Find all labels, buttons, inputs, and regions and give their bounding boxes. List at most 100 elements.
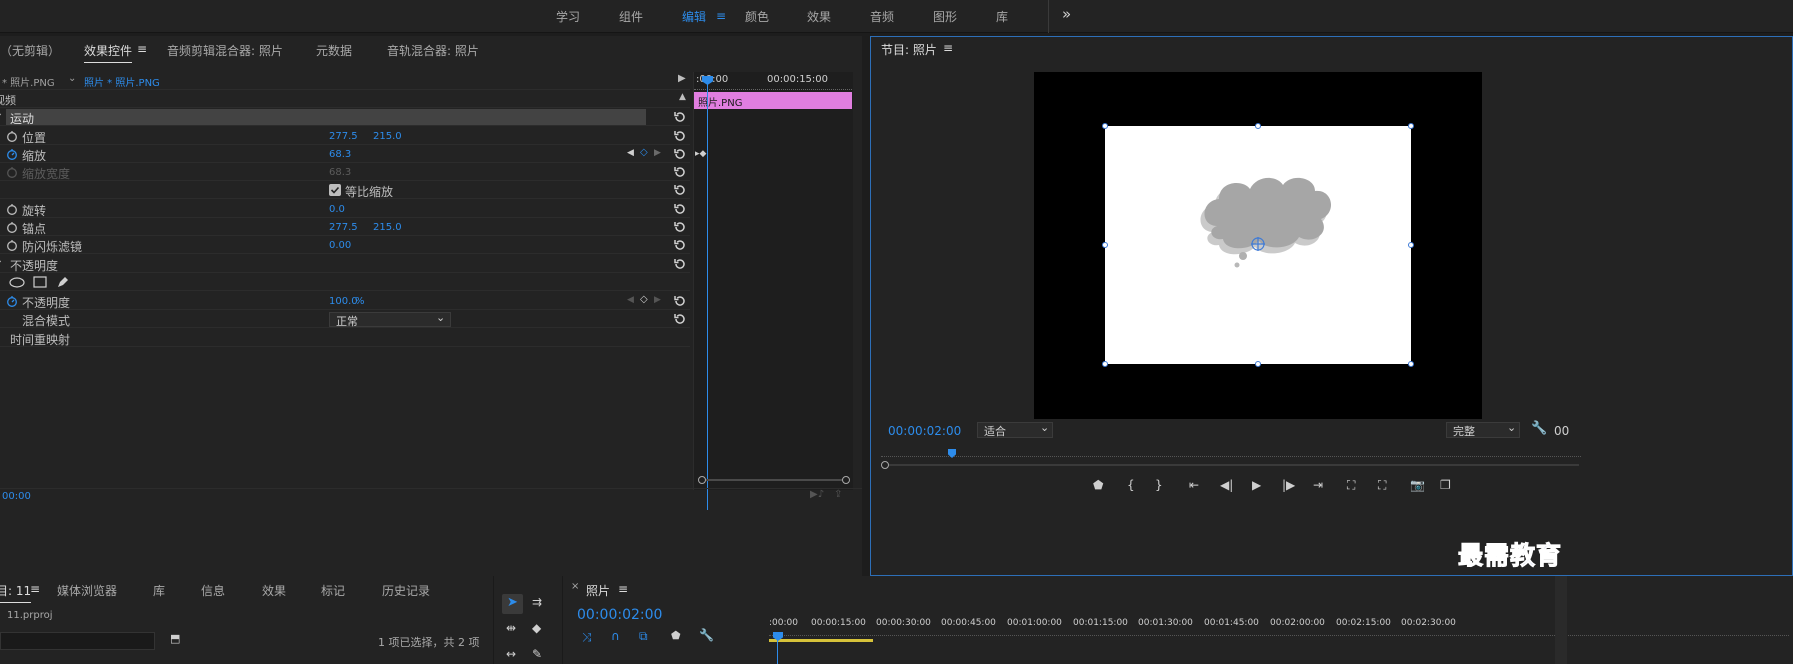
reset-icon[interactable] [673, 257, 687, 271]
workspace-effects[interactable]: 效果 [807, 8, 831, 25]
workspace-assembly[interactable]: 组件 [619, 8, 643, 25]
pen-mask-icon[interactable] [56, 275, 70, 289]
export-frame-icon[interactable]: 📷 [1410, 478, 1425, 492]
image-frame[interactable] [1102, 123, 1414, 367]
export-icon[interactable]: ⇪ [834, 489, 842, 500]
tab-project[interactable]: 项目: 11 [0, 582, 32, 603]
handle-top-right[interactable] [1408, 123, 1414, 129]
workspace-learn[interactable]: 学习 [556, 8, 580, 25]
panel-menu-icon[interactable]: ≡ [30, 582, 40, 596]
linked-selection-icon[interactable]: ⧉ [639, 629, 648, 644]
program-scrubber[interactable] [881, 447, 1581, 469]
reset-icon[interactable] [673, 129, 687, 143]
wrench-icon[interactable]: 🔧 [699, 628, 714, 642]
workspace-libraries[interactable]: 库 [996, 8, 1008, 25]
handle-top[interactable] [1255, 123, 1261, 129]
next-keyframe-icon[interactable]: ▶ [654, 148, 661, 158]
timeline-tab[interactable]: 照片 [586, 582, 610, 599]
opacity-value[interactable]: 100.0 [329, 296, 358, 307]
tab-effect-controls[interactable]: 效果控件 [84, 42, 133, 63]
workspace-editing[interactable]: 编辑 [682, 8, 706, 25]
tab-libraries[interactable]: 库 [153, 582, 165, 599]
selection-tool-button[interactable]: ➤ [502, 594, 523, 614]
reset-icon[interactable] [673, 110, 687, 124]
pen-icon[interactable]: ✎ [532, 647, 542, 661]
handle-bottom-left[interactable] [1102, 361, 1108, 367]
new-bin-icon[interactable]: ⬒ [170, 632, 180, 645]
more-workspaces-icon[interactable]: » [1062, 5, 1071, 23]
project-search-input[interactable] [0, 632, 155, 650]
sequence-clip-label[interactable]: 照片 * 照片.PNG [84, 74, 160, 89]
anchor-y-value[interactable]: 215.0 [373, 222, 402, 233]
motion-row[interactable]: › 运动 [0, 108, 690, 126]
slip-icon[interactable]: ↔ [506, 647, 516, 661]
anchor-x-value[interactable]: 277.5 [329, 222, 358, 233]
workspace-audio[interactable]: 音频 [870, 8, 894, 25]
expand-triangle-icon[interactable]: › [0, 257, 2, 267]
reset-icon[interactable] [673, 220, 687, 234]
stopwatch-active-icon[interactable] [6, 295, 18, 307]
go-to-in-icon[interactable]: ⇤ [1189, 478, 1199, 492]
stopwatch-icon[interactable] [6, 130, 18, 142]
position-y-value[interactable]: 215.0 [373, 131, 402, 142]
workspace-color[interactable]: 颜色 [745, 8, 769, 25]
step-forward-icon[interactable]: |▶ [1282, 478, 1295, 492]
panel-menu-icon[interactable]: ≡ [137, 42, 147, 56]
handle-bottom-right[interactable] [1408, 361, 1414, 367]
keyframe-icon[interactable]: ▸◆ [695, 149, 706, 159]
uniform-scale-checkbox[interactable] [329, 184, 341, 196]
timeline-clip[interactable]: 照片.PNG [694, 92, 852, 109]
position-x-value[interactable]: 277.5 [329, 131, 358, 142]
tab-audio-clip-mixer[interactable]: 音频剪辑混合器: 照片 [167, 42, 283, 59]
zoom-handle-left[interactable] [881, 461, 889, 469]
prev-keyframe-icon[interactable]: ◀ [627, 148, 634, 158]
ellipse-mask-icon[interactable] [9, 277, 25, 288]
stopwatch-icon[interactable] [6, 221, 18, 233]
blend-mode-select[interactable]: 正常 ⌄ [329, 311, 451, 328]
reset-icon[interactable] [673, 165, 687, 179]
reset-icon[interactable] [673, 147, 687, 161]
close-icon[interactable]: × [571, 581, 579, 592]
handle-left[interactable] [1102, 242, 1108, 248]
tab-history[interactable]: 历史记录 [382, 582, 430, 599]
stopwatch-icon[interactable] [6, 239, 18, 251]
timeline-ruler[interactable]: :00:00 00:00:15:00 00:00:30:00 00:00:45:… [769, 618, 1789, 664]
stopwatch-active-icon[interactable] [6, 148, 18, 160]
work-area-bar[interactable] [769, 639, 873, 642]
add-marker-icon[interactable]: ⬟ [671, 629, 681, 642]
handle-right[interactable] [1408, 242, 1414, 248]
expand-triangle-icon[interactable]: › [0, 110, 2, 120]
program-monitor-title[interactable]: 节目: 照片 [881, 41, 937, 58]
track-select-icon[interactable]: ⇉ [532, 595, 542, 609]
tab-effects[interactable]: 效果 [262, 582, 286, 599]
workspace-graphics[interactable]: 图形 [933, 8, 957, 25]
handle-top-left[interactable] [1102, 123, 1108, 129]
time-remap-row[interactable]: 时间重映射 [0, 329, 690, 347]
step-back-icon[interactable]: ◀| [1220, 478, 1233, 492]
mark-in-icon[interactable]: { [1127, 478, 1135, 492]
tab-info[interactable]: 信息 [201, 582, 225, 599]
fit-select[interactable]: 适合 ⌄ [977, 421, 1053, 438]
anchor-point-icon[interactable] [1250, 236, 1266, 252]
reset-icon[interactable] [673, 294, 687, 308]
reset-icon[interactable] [673, 238, 687, 252]
handle-bottom[interactable] [1255, 361, 1261, 367]
snap-icon[interactable]: ∩ [611, 629, 620, 643]
reset-icon[interactable] [673, 202, 687, 216]
play-audio-icon[interactable]: ▶♪ [810, 489, 824, 500]
tab-media-browser[interactable]: 媒体浏览器 [57, 582, 117, 599]
razor-icon[interactable]: ◆ [532, 621, 541, 635]
reset-icon[interactable] [673, 183, 687, 197]
program-timecode[interactable]: 00:00:02:00 [888, 424, 961, 438]
stopwatch-icon[interactable] [6, 203, 18, 215]
add-keyframe-icon[interactable]: ◇ [640, 294, 648, 305]
ripple-edit-icon[interactable]: ⇹ [506, 621, 516, 635]
wrench-icon[interactable]: 🔧 [1531, 421, 1547, 436]
panel-menu-icon[interactable]: ≡ [618, 582, 628, 596]
timeline-timecode[interactable]: 00:00:02:00 [577, 607, 662, 623]
play-only-audio-icon[interactable]: ▶ [678, 73, 686, 84]
mark-out-icon[interactable]: } [1155, 478, 1163, 492]
vertical-scrollbar[interactable] [1555, 576, 1567, 664]
chevron-down-icon[interactable]: ⌄ [68, 73, 76, 84]
tab-no-clip[interactable]: （无剪辑） [0, 42, 60, 59]
